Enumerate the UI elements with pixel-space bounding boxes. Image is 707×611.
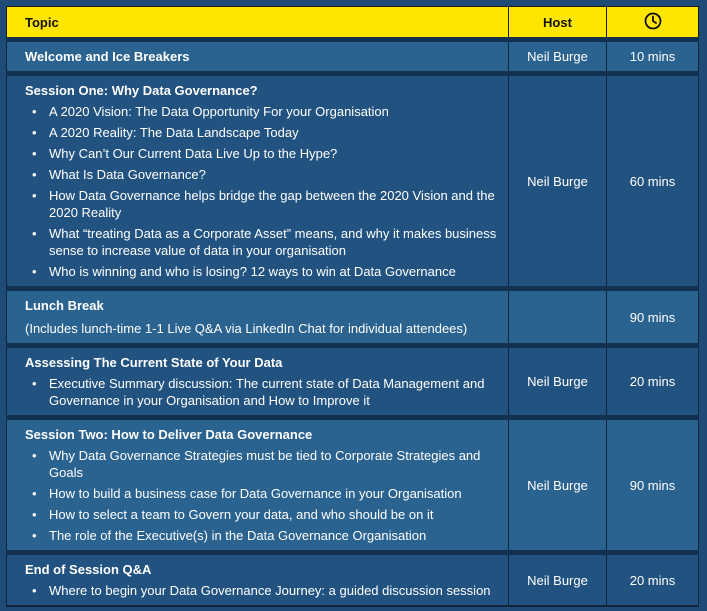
host-cell: Neil Burge	[508, 71, 607, 289]
agenda-row: Session Two: How to Deliver Data Governa…	[6, 415, 699, 553]
session-items: A 2020 Vision: The Data Opportunity For …	[25, 103, 498, 280]
host-cell	[508, 286, 607, 346]
session-items: Where to begin your Data Governance Jour…	[25, 582, 498, 599]
list-item: Why Can’t Our Current Data Live Up to th…	[25, 145, 498, 162]
duration-cell: 10 mins	[606, 37, 699, 74]
host-cell: Neil Burge	[508, 415, 607, 553]
list-item: Why Data Governance Strategies must be t…	[25, 447, 498, 481]
session-title: Lunch Break	[25, 298, 104, 313]
list-item: The role of the Executive(s) in the Data…	[25, 527, 498, 544]
duration-cell: 20 mins	[606, 550, 699, 607]
agenda-table: Topic Host Welcome and Ice Breakers Neil…	[6, 6, 699, 607]
list-item: Where to begin your Data Governance Jour…	[25, 582, 498, 599]
topic-cell: Session Two: How to Deliver Data Governa…	[6, 415, 509, 553]
agenda-page: Topic Host Welcome and Ice Breakers Neil…	[0, 0, 707, 611]
agenda-row: Assessing The Current State of Your Data…	[6, 343, 699, 418]
duration-column-header	[606, 6, 699, 40]
session-title: Assessing The Current State of Your Data	[25, 355, 283, 370]
host-cell: Neil Burge	[508, 550, 607, 607]
list-item: How to build a business case for Data Go…	[25, 485, 498, 502]
session-items: Executive Summary discussion: The curren…	[25, 375, 498, 409]
duration-cell: 20 mins	[606, 343, 699, 418]
duration-cell: 60 mins	[606, 71, 699, 289]
host-column-header: Host	[508, 6, 607, 40]
session-title: Session One: Why Data Governance?	[25, 83, 258, 98]
list-item: A 2020 Vision: The Data Opportunity For …	[25, 103, 498, 120]
list-item: How Data Governance helps bridge the gap…	[25, 187, 498, 221]
list-item: A 2020 Reality: The Data Landscape Today	[25, 124, 498, 141]
topic-cell: Lunch Break (Includes lunch-time 1-1 Liv…	[6, 286, 509, 346]
duration-cell: 90 mins	[606, 415, 699, 553]
list-item: Who is winning and who is losing? 12 way…	[25, 263, 498, 280]
host-cell: Neil Burge	[508, 343, 607, 418]
host-cell: Neil Burge	[508, 37, 607, 74]
agenda-row: End of Session Q&A Where to begin your D…	[6, 550, 699, 607]
session-items: Why Data Governance Strategies must be t…	[25, 447, 498, 544]
topic-cell: End of Session Q&A Where to begin your D…	[6, 550, 509, 607]
list-item: How to select a team to Govern your data…	[25, 506, 498, 523]
header-row: Topic Host	[6, 6, 699, 40]
agenda-row: Session One: Why Data Governance? A 2020…	[6, 71, 699, 289]
topic-cell: Assessing The Current State of Your Data…	[6, 343, 509, 418]
list-item: What “treating Data as a Corporate Asset…	[25, 225, 498, 259]
topic-cell: Welcome and Ice Breakers	[6, 37, 509, 74]
topic-column-header: Topic	[6, 6, 509, 40]
list-item: Executive Summary discussion: The curren…	[25, 375, 498, 409]
session-note: (Includes lunch-time 1-1 Live Q&A via Li…	[25, 321, 468, 336]
topic-cell: Session One: Why Data Governance? A 2020…	[6, 71, 509, 289]
session-title: Session Two: How to Deliver Data Governa…	[25, 427, 313, 442]
agenda-row: Lunch Break (Includes lunch-time 1-1 Liv…	[6, 286, 699, 346]
duration-cell: 90 mins	[606, 286, 699, 346]
agenda-row: Welcome and Ice Breakers Neil Burge 10 m…	[6, 37, 699, 74]
session-title: Welcome and Ice Breakers	[25, 49, 190, 64]
list-item: What Is Data Governance?	[25, 166, 498, 183]
clock-icon	[644, 12, 662, 33]
session-title: End of Session Q&A	[25, 562, 152, 577]
